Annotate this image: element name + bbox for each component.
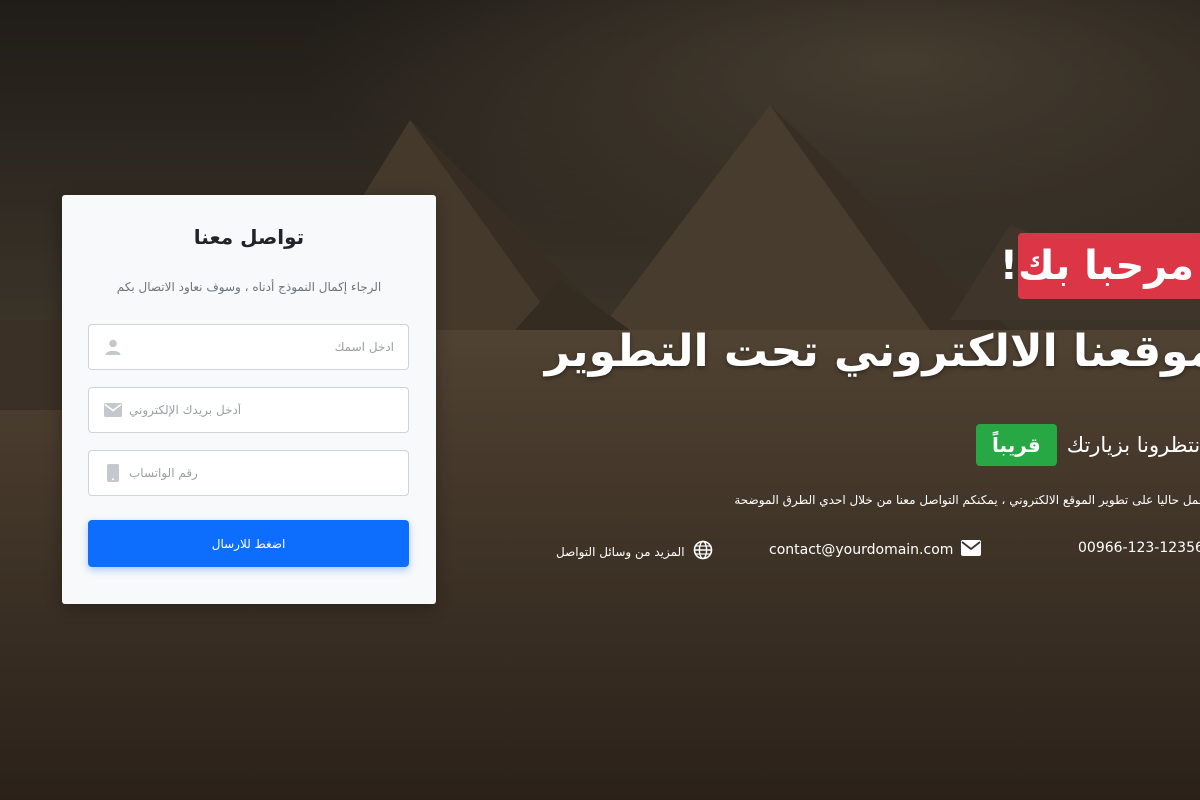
contact-form-title: تواصل معنا [193, 225, 305, 249]
email-field[interactable] [88, 387, 409, 433]
email-contact-link[interactable]: contact@yourdomain.com [769, 540, 982, 560]
hero-title: موقعنا الالكتروني تحت التطوير [544, 326, 1200, 377]
coming-soon-row: انتظرونا بزيارتك قريباً [976, 424, 1200, 466]
envelope-icon [961, 540, 982, 560]
globe-icon [693, 540, 713, 564]
whatsapp-input[interactable] [89, 451, 408, 495]
more-contact-label: المزيد من وسائل التواصل [556, 545, 685, 559]
name-field[interactable] [88, 324, 409, 370]
phone-contact-link[interactable]: 00966-123-123567 [1078, 540, 1200, 556]
visit-text: انتظرونا بزيارتك [1066, 433, 1200, 457]
whatsapp-field[interactable] [88, 450, 409, 496]
contact-form-subtitle: الرجاء إكمال النموذج أدناه ، وسوف نعاود … [116, 280, 382, 294]
more-contact-link[interactable]: المزيد من وسائل التواصل [556, 540, 713, 564]
submit-button[interactable]: اضغط للارسال [88, 520, 409, 567]
envelope-icon [103, 388, 123, 432]
name-input[interactable] [89, 325, 408, 369]
mobile-icon [103, 451, 123, 495]
user-icon [103, 325, 123, 369]
hero-description: نعمل حاليا على تطوير الموقع الالكتروني ،… [734, 493, 1200, 507]
soon-badge: قريباً [976, 424, 1057, 466]
welcome-badge: مرحبا بك! [1000, 233, 1200, 299]
email-contact-text: contact@yourdomain.com [769, 542, 954, 558]
contact-form-card: تواصل معنا الرجاء إكمال النموذج أدناه ، … [62, 195, 436, 604]
email-input[interactable] [89, 388, 408, 432]
phone-contact-text: 00966-123-123567 [1078, 540, 1200, 556]
